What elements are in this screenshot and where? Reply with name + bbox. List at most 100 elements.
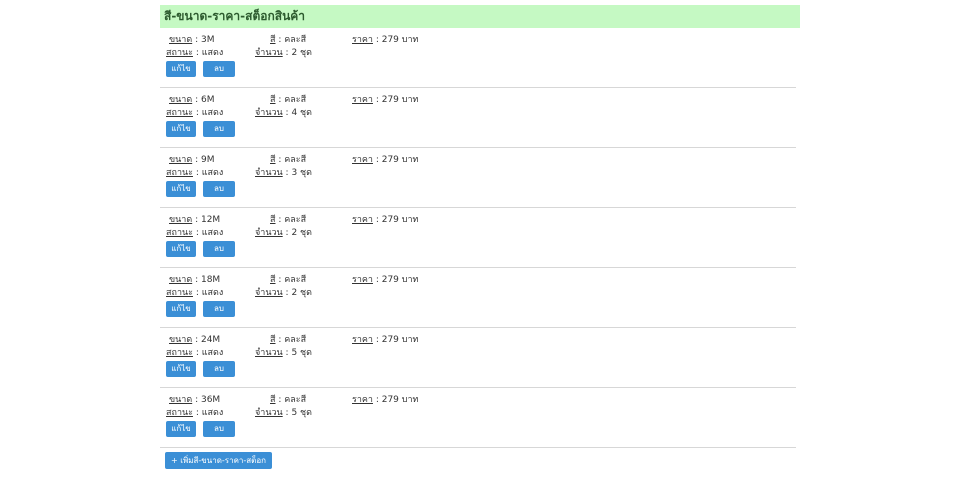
- size-field: ขนาด : 18M: [169, 275, 221, 285]
- size-value: 24M: [200, 335, 221, 345]
- price-label: ราคา: [352, 395, 373, 405]
- price-field: ราคา : 279 บาท: [352, 275, 419, 285]
- size-label: ขนาด: [169, 395, 193, 405]
- list-item: ขนาด : 18M สี : คละสี ราคา : 279 บาท สถา…: [160, 268, 796, 328]
- delete-button[interactable]: ลบ: [203, 181, 235, 197]
- color-value: คละสี: [284, 35, 307, 45]
- quantity-value: 3 ชุด: [291, 168, 312, 178]
- size-label: ขนาด: [169, 35, 193, 45]
- edit-button[interactable]: แก้ไข: [166, 301, 196, 317]
- quantity-value: 4 ชุด: [291, 108, 312, 118]
- price-field: ราคา : 279 บาท: [352, 395, 419, 405]
- edit-button[interactable]: แก้ไข: [166, 421, 196, 437]
- price-value: 279 บาท: [381, 395, 419, 405]
- delete-button[interactable]: ลบ: [203, 421, 235, 437]
- status-field: สถานะ : แสดง: [166, 288, 224, 298]
- quantity-field: จำนวน : 2 ชุด: [255, 228, 312, 238]
- status-value: แสดง: [201, 288, 224, 298]
- price-value: 279 บาท: [381, 155, 419, 165]
- price-field: ราคา : 279 บาท: [352, 335, 419, 345]
- price-label: ราคา: [352, 35, 373, 45]
- status-label: สถานะ: [166, 108, 193, 118]
- color-value: คละสี: [284, 215, 307, 225]
- list-item: ขนาด : 12M สี : คละสี ราคา : 279 บาท สถา…: [160, 208, 796, 268]
- stock-panel: สี-ขนาด-ราคา-สต็อกสินค้า ขนาด : 3M สี : …: [160, 5, 800, 448]
- size-field: ขนาด : 24M: [169, 335, 221, 345]
- status-value: แสดง: [201, 348, 224, 358]
- quantity-field: จำนวน : 2 ชุด: [255, 48, 312, 58]
- color-field: สี : คละสี: [270, 95, 307, 105]
- price-value: 279 บาท: [381, 335, 419, 345]
- color-value: คละสี: [284, 155, 307, 165]
- quantity-label: จำนวน: [255, 408, 283, 418]
- list-item: ขนาด : 24M สี : คละสี ราคา : 279 บาท สถา…: [160, 328, 796, 388]
- edit-button[interactable]: แก้ไข: [166, 121, 196, 137]
- status-value: แสดง: [201, 108, 224, 118]
- delete-button[interactable]: ลบ: [203, 241, 235, 257]
- quantity-value: 5 ชุด: [291, 408, 312, 418]
- color-field: สี : คละสี: [270, 155, 307, 165]
- size-value: 18M: [200, 275, 221, 285]
- edit-button[interactable]: แก้ไข: [166, 361, 196, 377]
- quantity-field: จำนวน : 3 ชุด: [255, 168, 312, 178]
- size-label: ขนาด: [169, 215, 193, 225]
- price-value: 279 บาท: [381, 35, 419, 45]
- quantity-label: จำนวน: [255, 108, 283, 118]
- quantity-field: จำนวน : 5 ชุด: [255, 348, 312, 358]
- color-field: สี : คละสี: [270, 215, 307, 225]
- status-label: สถานะ: [166, 348, 193, 358]
- size-label: ขนาด: [169, 155, 193, 165]
- size-value: 12M: [200, 215, 221, 225]
- stock-list: ขนาด : 3M สี : คละสี ราคา : 279 บาท สถาน…: [160, 28, 796, 448]
- status-label: สถานะ: [166, 228, 193, 238]
- color-value: คละสี: [284, 275, 307, 285]
- size-value: 9M: [200, 155, 215, 165]
- price-value: 279 บาท: [381, 215, 419, 225]
- list-item: ขนาด : 6M สี : คละสี ราคา : 279 บาท สถาน…: [160, 88, 796, 148]
- status-label: สถานะ: [166, 288, 193, 298]
- size-label: ขนาด: [169, 335, 193, 345]
- price-field: ราคา : 279 บาท: [352, 155, 419, 165]
- list-item: ขนาด : 36M สี : คละสี ราคา : 279 บาท สถา…: [160, 388, 796, 448]
- status-field: สถานะ : แสดง: [166, 108, 224, 118]
- size-field: ขนาด : 3M: [169, 35, 215, 45]
- delete-button[interactable]: ลบ: [203, 301, 235, 317]
- quantity-value: 2 ชุด: [291, 48, 312, 58]
- status-label: สถานะ: [166, 408, 193, 418]
- quantity-label: จำนวน: [255, 228, 283, 238]
- quantity-field: จำนวน : 2 ชุด: [255, 288, 312, 298]
- price-label: ราคา: [352, 275, 373, 285]
- edit-button[interactable]: แก้ไข: [166, 241, 196, 257]
- status-field: สถานะ : แสดง: [166, 48, 224, 58]
- edit-button[interactable]: แก้ไข: [166, 181, 196, 197]
- size-value: 6M: [200, 95, 215, 105]
- status-label: สถานะ: [166, 168, 193, 178]
- status-value: แสดง: [201, 408, 224, 418]
- price-label: ราคา: [352, 215, 373, 225]
- quantity-label: จำนวน: [255, 288, 283, 298]
- color-field: สี : คละสี: [270, 275, 307, 285]
- price-field: ราคา : 279 บาท: [352, 215, 419, 225]
- price-value: 279 บาท: [381, 95, 419, 105]
- quantity-label: จำนวน: [255, 168, 283, 178]
- edit-button[interactable]: แก้ไข: [166, 61, 196, 77]
- price-label: ราคา: [352, 95, 373, 105]
- add-variant-button[interactable]: + เพิ่มสี-ขนาด-ราคา-สต็อก: [165, 452, 272, 469]
- delete-button[interactable]: ลบ: [203, 121, 235, 137]
- quantity-field: จำนวน : 5 ชุด: [255, 408, 312, 418]
- color-field: สี : คละสี: [270, 395, 307, 405]
- color-value: คละสี: [284, 335, 307, 345]
- list-item: ขนาด : 3M สี : คละสี ราคา : 279 บาท สถาน…: [160, 28, 796, 88]
- price-field: ราคา : 279 บาท: [352, 35, 419, 45]
- size-field: ขนาด : 6M: [169, 95, 215, 105]
- price-label: ราคา: [352, 335, 373, 345]
- quantity-label: จำนวน: [255, 348, 283, 358]
- quantity-value: 5 ชุด: [291, 348, 312, 358]
- delete-button[interactable]: ลบ: [203, 61, 235, 77]
- status-field: สถานะ : แสดง: [166, 408, 224, 418]
- panel-title: สี-ขนาด-ราคา-สต็อกสินค้า: [160, 5, 800, 28]
- delete-button[interactable]: ลบ: [203, 361, 235, 377]
- color-value: คละสี: [284, 95, 307, 105]
- price-value: 279 บาท: [381, 275, 419, 285]
- price-label: ราคา: [352, 155, 373, 165]
